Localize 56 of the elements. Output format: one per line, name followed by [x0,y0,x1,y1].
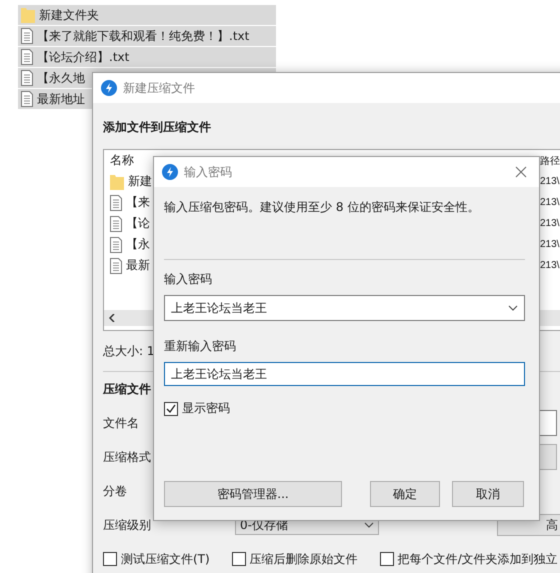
column-header[interactable]: 名称 [110,152,134,169]
dialog-title: 输入密码 [184,164,233,180]
document-icon [110,258,122,274]
file-path: 213\ [540,260,560,271]
file-name[interactable]: 【来 [126,194,150,211]
folder-icon [110,174,124,190]
cancel-button[interactable]: 取消 [452,481,524,507]
document-icon [110,194,122,210]
file-path: 213\ [540,176,560,187]
folder-icon [21,7,35,23]
field-label: 重新输入密码 [164,338,237,354]
option-label: 测试压缩文件(T) [121,550,210,568]
document-icon [21,28,33,44]
dialog-message: 输入压缩包密码。建议使用至少 8 位的密码来保证安全性。 [164,199,480,216]
checkbox[interactable] [380,552,394,566]
setting-label: 压缩格式 [103,448,151,466]
column-header[interactable]: 路径 [540,154,560,168]
document-icon [21,70,33,86]
document-icon [110,236,122,252]
file-name[interactable]: 【论 [126,215,150,232]
app-logo-icon [101,80,117,96]
file-item[interactable]: 新建文件夹 [18,5,276,25]
scroll-left-icon[interactable] [109,314,115,322]
checkbox[interactable] [103,552,117,566]
checkbox[interactable] [232,552,246,566]
close-icon[interactable] [515,166,527,178]
file-path: 213\ [540,197,560,208]
file-name[interactable]: 最新 [126,257,150,274]
section-title: 添加文件到压缩文件 [103,118,212,136]
file-path: 213\ [540,239,560,250]
document-icon [21,91,33,107]
app-logo-icon [162,164,178,180]
field-label: 输入密码 [164,270,213,288]
setting-label: 文件名 [103,414,139,432]
chevron-down-icon [364,522,374,528]
checkbox[interactable] [164,402,178,416]
file-name[interactable]: 新建 [128,173,152,190]
document-icon [21,49,33,65]
ok-button[interactable]: 确定 [370,481,440,507]
window-title: 新建压缩文件 [123,80,195,96]
file-path: 213\ [540,218,560,229]
option-label: 把每个文件/文件夹添加到独立 [398,550,558,568]
file-item[interactable]: 【论坛介绍】.txt [18,47,276,67]
chevron-down-icon [508,305,518,311]
document-icon [110,216,122,232]
total-size: 总大小: 1 [103,342,154,360]
setting-label: 分卷 [103,482,127,500]
password-manager-button[interactable]: 密码管理器... [164,481,342,507]
setting-label: 压缩级别 [103,516,151,534]
password-combobox[interactable]: 上老王论坛当老王 [164,295,525,321]
section-title: 压缩文件 [103,380,151,398]
file-item[interactable]: 【来了就能下载和观看！纯免费！】.txt [18,26,276,46]
file-name[interactable]: 【永 [126,236,150,253]
checkbox-label: 显示密码 [182,400,230,417]
confirm-password-field[interactable]: 上老王论坛当老王 [164,362,525,386]
option-label: 压缩后删除原始文件 [250,550,358,568]
